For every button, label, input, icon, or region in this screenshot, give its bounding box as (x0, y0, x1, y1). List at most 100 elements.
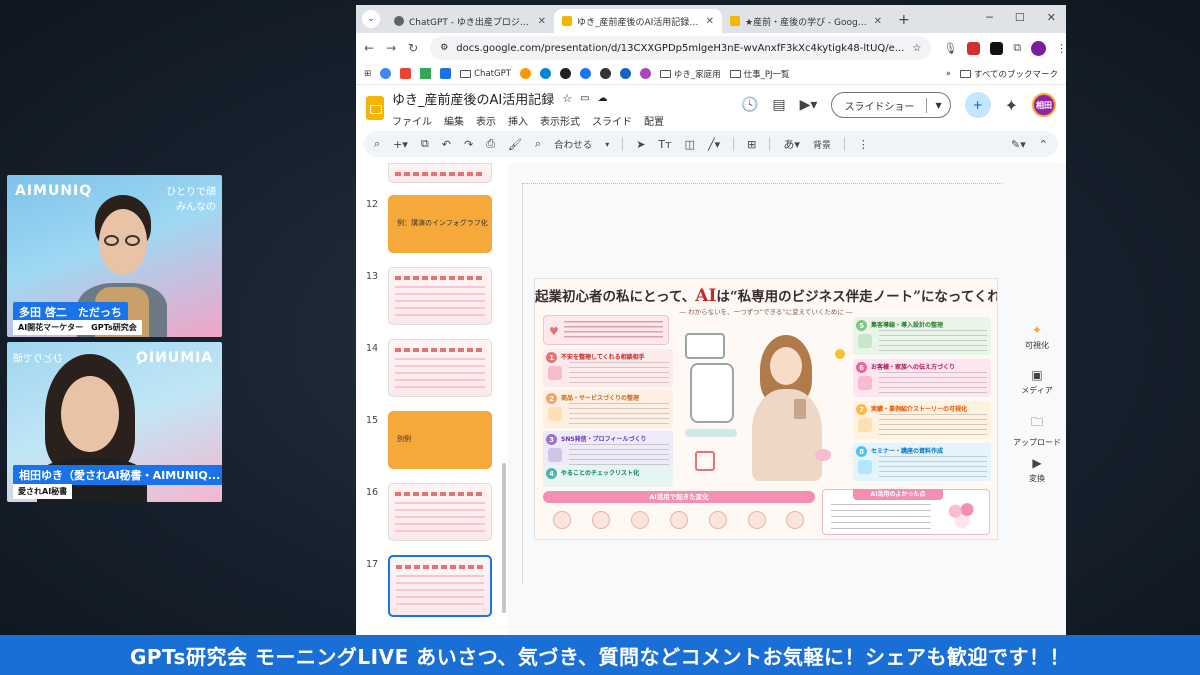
slide-title[interactable]: 起業初心者の私にとって、AIは“私専用のビジネス伴走ノート”になってくれた (535, 285, 997, 306)
menu-file[interactable]: ファイル (392, 113, 432, 128)
move-folder-icon[interactable]: ▭ (580, 93, 589, 104)
print-icon[interactable]: ⎙ (486, 137, 495, 151)
slide-canvas[interactable]: 起業初心者の私にとって、AIは“私専用のビジネス伴走ノート”になってくれた ― … (508, 163, 1066, 635)
cloud-status-icon[interactable]: ☁ (598, 93, 608, 104)
extension-icon[interactable] (967, 41, 981, 55)
tab-slides-learning[interactable]: ★産前・産後の学び - Google ス ✕ (722, 9, 890, 33)
visualize-button[interactable]: ✦ 可視化 (1008, 323, 1066, 351)
bookmark-icon[interactable] (519, 68, 531, 79)
layout-icon[interactable]: ⧉ (421, 137, 429, 151)
bookmark-icon[interactable] (619, 68, 631, 79)
minimize-icon[interactable]: ─ (986, 11, 993, 24)
background-button[interactable]: 背景 (813, 138, 831, 151)
bookmark-icon[interactable] (559, 68, 571, 79)
more-bookmarks-icon[interactable]: » (946, 69, 951, 79)
slide-thumbnail[interactable]: 別例 (388, 411, 492, 469)
menu-view[interactable]: 表示 (476, 113, 496, 128)
tab-search-button[interactable]: ⌄ (362, 10, 380, 28)
menu-slide[interactable]: スライド (592, 113, 632, 128)
new-tab-button[interactable]: + (898, 12, 910, 28)
bookmark-icon[interactable] (539, 68, 551, 79)
media-button[interactable]: ▣ メディア (1008, 368, 1066, 396)
bookmark-folder-chatgpt[interactable]: ChatGPT (460, 69, 511, 79)
slides-logo-icon[interactable] (366, 96, 384, 120)
convert-button[interactable]: ▶ 変換 (1008, 456, 1066, 484)
slide-filmstrip[interactable]: 12 例：講演のインフォグラフ化 13 14 15 別例 16 17 (356, 163, 506, 635)
bookmark-folder-work[interactable]: 仕事_PJ一覧 (729, 68, 790, 80)
docs-icon[interactable] (440, 68, 452, 79)
input-tools-icon[interactable]: あ▾ (783, 136, 800, 152)
browser-menu-icon[interactable]: ⋮ (1056, 42, 1066, 55)
redo-icon[interactable]: ↷ (464, 138, 473, 151)
doc-title[interactable]: ゆき_産前産後のAI活用記録 (392, 89, 554, 108)
reload-icon[interactable]: ↻ (408, 41, 418, 55)
forward-icon[interactable]: → (386, 41, 396, 55)
slide-thumbnail[interactable] (388, 339, 492, 397)
tab-slides-active[interactable]: ゆき_産前産後のAI活用記録 - Goo ✕ (554, 9, 722, 33)
menu-format[interactable]: 表示形式 (540, 113, 580, 128)
slide-thumbnail-selected[interactable] (388, 555, 492, 617)
undo-icon[interactable]: ↶ (442, 138, 451, 151)
close-icon[interactable]: ✕ (538, 16, 546, 27)
chevron-down-icon[interactable]: ▾ (605, 140, 609, 149)
side-panel: ✦ 可視化 ▣ メディア 🗀 アップロード ▶ 変換 (1008, 163, 1066, 493)
back-icon[interactable]: ← (364, 41, 374, 55)
search-menus-icon[interactable]: ⌕ (374, 137, 380, 151)
bookmark-folder-family[interactable]: ゆき_家庭用 (659, 68, 721, 80)
drive-icon[interactable] (420, 68, 432, 79)
card-text-lines (879, 456, 987, 477)
user-avatar[interactable]: 相田 (1032, 93, 1056, 117)
maximize-icon[interactable]: ☐ (1015, 11, 1025, 24)
comment-add-icon[interactable]: ⊞ (747, 138, 756, 151)
tab-chatgpt[interactable]: ChatGPT - ゆき出産プロジェクト ✕ (386, 9, 554, 33)
slide-thumbnail-partial[interactable] (388, 163, 492, 183)
extensions-puzzle-icon[interactable]: ⧉ (1013, 41, 1021, 55)
line-icon[interactable]: ╱▾ (708, 138, 720, 151)
pen-tool-icon[interactable]: ✎▾ (1011, 138, 1026, 151)
zoom-icon[interactable]: ⌕ (535, 137, 541, 151)
filmstrip-scrollbar[interactable] (502, 463, 506, 613)
share-people-icon[interactable]: + (964, 92, 991, 118)
apps-grid-icon[interactable]: ⊞ (364, 69, 371, 79)
star-icon[interactable]: ☆ (562, 92, 572, 105)
slideshow-label: スライドショー (832, 97, 928, 113)
bookmark-icon[interactable] (639, 68, 651, 79)
extension-icon[interactable] (990, 41, 1004, 55)
google-icon[interactable] (380, 68, 392, 79)
history-icon[interactable]: 🕓 (741, 97, 758, 113)
select-cursor-icon[interactable]: ➤ (636, 138, 645, 151)
gmail-icon[interactable] (400, 68, 412, 79)
upload-button[interactable]: 🗀 アップロード (1008, 413, 1066, 448)
slide-thumbnail[interactable]: 例：講演のインフォグラフ化 (388, 195, 492, 253)
menu-arrange[interactable]: 配置 (644, 113, 664, 128)
close-icon[interactable]: ✕ (874, 16, 882, 27)
chevron-down-icon[interactable]: ▼ (927, 101, 949, 110)
profile-avatar[interactable] (1031, 40, 1047, 56)
menu-edit[interactable]: 編集 (444, 113, 464, 128)
comments-icon[interactable]: ▤ (772, 97, 785, 113)
slide-thumbnail[interactable] (388, 483, 492, 541)
bookmark-star-icon[interactable]: ☆ (912, 43, 921, 54)
facebook-icon[interactable] (579, 68, 591, 79)
collapse-icon[interactable]: ⌃ (1039, 138, 1048, 151)
zoom-select[interactable]: 合わせる (554, 137, 592, 151)
current-slide[interactable]: 起業初心者の私にとって、AIは“私専用のビジネス伴走ノート”になってくれた ― … (534, 278, 998, 540)
slide-thumbnail[interactable] (388, 267, 492, 325)
url-field[interactable]: ⚙ docs.google.com/presentation/d/13CXXGP… (430, 36, 932, 60)
gemini-sparkle-icon[interactable]: ✦ (1005, 96, 1018, 115)
shape-icon[interactable]: ◫ (685, 138, 695, 151)
site-info-icon[interactable]: ⚙ (440, 43, 448, 53)
close-window-icon[interactable]: ✕ (1047, 11, 1056, 24)
close-icon[interactable]: ✕ (706, 16, 714, 27)
mic-icon[interactable]: 🎙 (943, 42, 957, 55)
meet-camera-icon[interactable]: ▶▾ (800, 97, 818, 113)
text-box-icon[interactable]: Tт (658, 138, 671, 151)
more-options-icon[interactable]: ⋮ (858, 138, 869, 151)
menu-insert[interactable]: 挿入 (508, 113, 528, 128)
paint-format-icon[interactable]: 🖌 (508, 138, 522, 151)
merit-text-lines (831, 504, 931, 530)
slideshow-button[interactable]: スライドショー ▼ (831, 92, 951, 118)
new-slide-icon[interactable]: +▾ (393, 138, 408, 151)
bookmark-icon[interactable] (599, 68, 611, 79)
all-bookmarks-folder[interactable]: すべてのブックマーク (959, 68, 1058, 80)
